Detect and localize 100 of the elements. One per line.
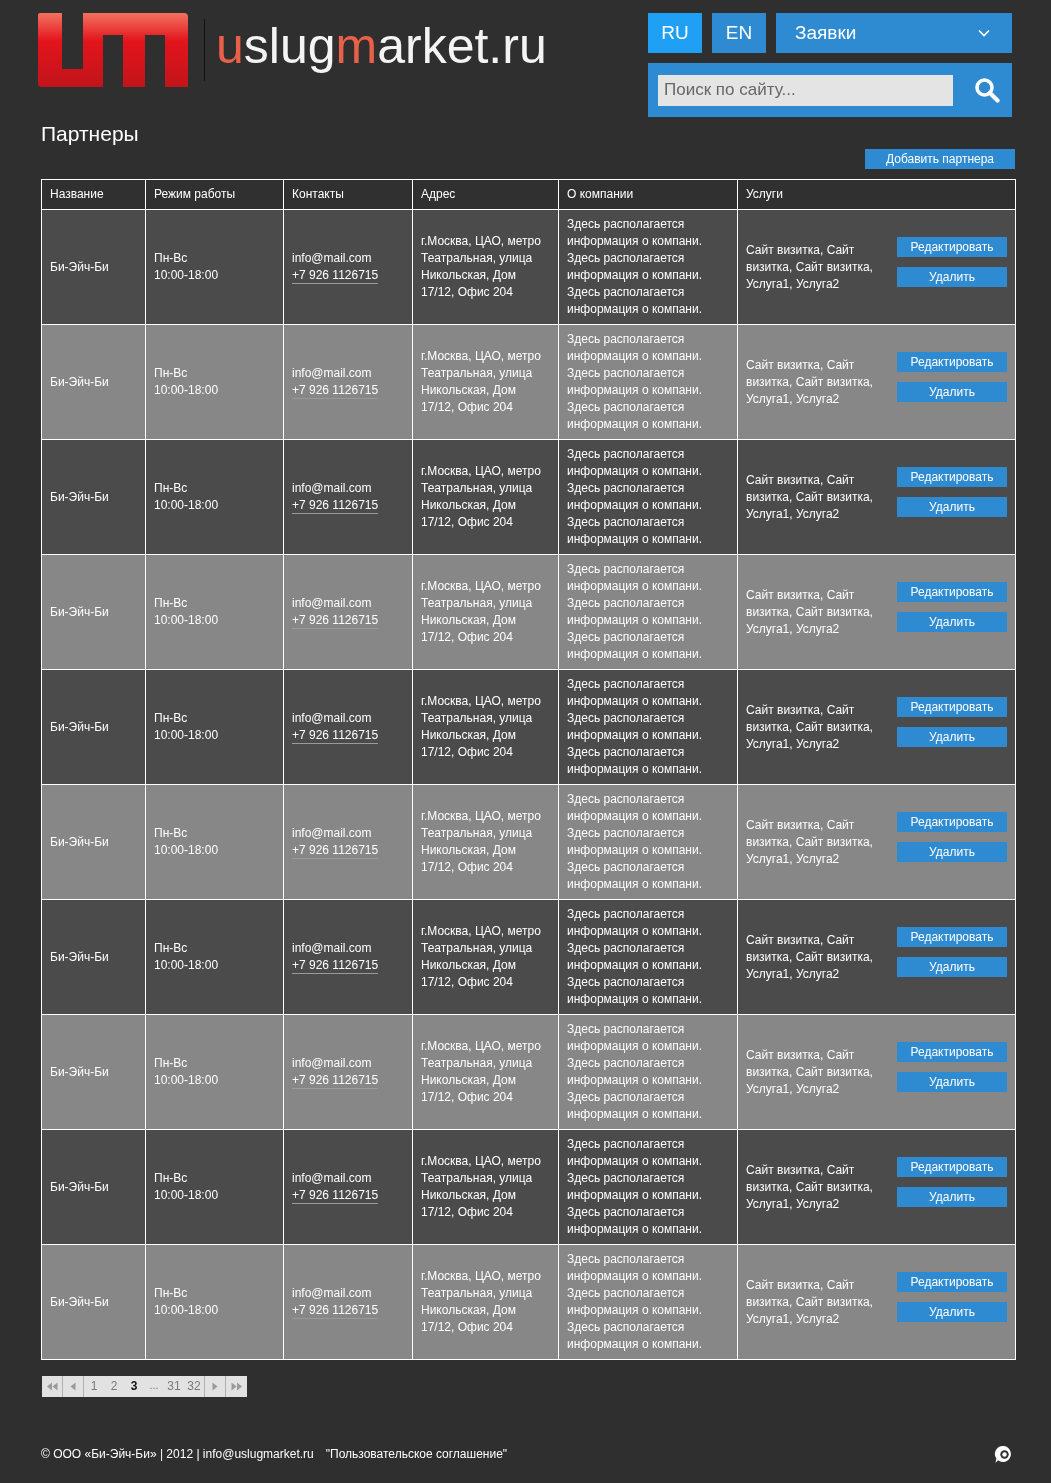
edit-button[interactable]: Редактировать [897, 1157, 1007, 1177]
work-days: Пн-Вс [154, 366, 188, 380]
search-button[interactable] [974, 77, 1000, 103]
double-right-arrow-icon [230, 1382, 243, 1391]
edit-button[interactable]: Редактировать [897, 237, 1007, 257]
email-text: info@mail.com [292, 711, 372, 725]
address-text: г.Москва, ЦАО, метро Театральная, улица Никольская, Дом 17/12, Офис 204 [412, 439, 559, 555]
email-text: info@mail.com [292, 366, 372, 380]
address-text: г.Москва, ЦАО, метро Театральная, улица Никольская, Дом 17/12, Офис 204 [412, 324, 559, 440]
column-header: Название [41, 179, 146, 210]
email-text: info@mail.com [292, 1056, 372, 1070]
phone-link[interactable]: +7 926 1126715 [292, 498, 379, 514]
phone-link[interactable]: +7 926 1126715 [292, 1188, 379, 1204]
logo-text: uslugmarket.ru [216, 21, 547, 71]
edit-button[interactable]: Редактировать [897, 1272, 1007, 1292]
address-text: г.Москва, ЦАО, метро Театральная, улица Никольская, Дом 17/12, Офис 204 [412, 554, 559, 670]
email-text: info@mail.com [292, 251, 372, 265]
company-name: Би-Эйч-Би [41, 1129, 146, 1245]
page-link[interactable]: 31 [164, 1376, 184, 1397]
add-partner-button[interactable]: Добавить партнера [865, 149, 1015, 169]
company-description: Здесь располагается информация о компани. Здесь располагается информация о компани. Здесь располагается информация о компани. [558, 439, 738, 555]
edit-button[interactable]: Редактировать [897, 352, 1007, 372]
services-text: Сайт визитка, Сайт визитка, Сайт визитка, Услуга1, Услуга2 [746, 1276, 874, 1328]
company-description: Здесь располагается информация о компани. Здесь располагается информация о компани. Здесь располагается информация о компани. [558, 1129, 738, 1245]
work-hours: 10:00-18:00 [154, 1303, 219, 1317]
phone-link[interactable]: +7 926 1126715 [292, 1073, 379, 1089]
delete-button[interactable]: Удалить [897, 957, 1007, 977]
phone-link[interactable]: +7 926 1126715 [292, 613, 379, 629]
work-hours: 10:00-18:00 [154, 613, 219, 627]
company-name: Би-Эйч-Би [41, 1244, 146, 1360]
edit-button[interactable]: Редактировать [897, 697, 1007, 717]
company-name: Би-Эйч-Би [41, 1014, 146, 1130]
company-name: Би-Эйч-Би [41, 784, 146, 900]
work-hours: 10:00-18:00 [154, 728, 219, 742]
address-text: г.Москва, ЦАО, метро Театральная, улица Никольская, Дом 17/12, Офис 204 [412, 899, 559, 1015]
search-field[interactable]: Поиск по сайту... [658, 74, 953, 106]
delete-button[interactable]: Удалить [897, 1302, 1007, 1322]
work-hours: 10:00-18:00 [154, 958, 219, 972]
company-name: Би-Эйч-Би [41, 209, 146, 325]
phone-link[interactable]: +7 926 1126715 [292, 268, 379, 284]
delete-button[interactable]: Удалить [897, 1187, 1007, 1207]
phone-link[interactable]: +7 926 1126715 [292, 1303, 379, 1319]
company-name: Би-Эйч-Би [41, 899, 146, 1015]
language-tab[interactable]: RU [648, 13, 702, 53]
language-tab[interactable]: EN [712, 13, 766, 53]
logo-icon [38, 13, 188, 87]
services-text: Сайт визитка, Сайт визитка, Сайт визитка, Услуга1, Услуга2 [746, 701, 874, 753]
delete-button[interactable]: Удалить [897, 382, 1007, 402]
delete-button[interactable]: Удалить [897, 267, 1007, 287]
page-ellipsis: ... [148, 1378, 160, 1393]
work-days: Пн-Вс [154, 251, 188, 265]
company-description: Здесь располагается информация о компани. Здесь располагается информация о компани. Здесь располагается информация о компани. [558, 899, 738, 1015]
work-days: Пн-Вс [154, 826, 188, 840]
user-agreement-link[interactable]: "Пользовательское соглашение" [325, 1445, 508, 1463]
delete-button[interactable]: Удалить [897, 612, 1007, 632]
edit-button[interactable]: Редактировать [897, 927, 1007, 947]
company-description: Здесь располагается информация о компани. Здесь располагается информация о компани. Здесь располагается информация о компани. [558, 324, 738, 440]
delete-button[interactable]: Удалить [897, 727, 1007, 747]
column-header: Контакты [283, 179, 413, 210]
address-text: г.Москва, ЦАО, метро Театральная, улица Никольская, Дом 17/12, Офис 204 [412, 209, 559, 325]
search-icon [974, 77, 1000, 103]
services-text: Сайт визитка, Сайт визитка, Сайт визитка, Услуга1, Услуга2 [746, 1046, 874, 1098]
phone-link[interactable]: +7 926 1126715 [292, 958, 379, 974]
page-link[interactable]: 2 [104, 1376, 124, 1397]
work-hours: 10:00-18:00 [154, 1188, 219, 1202]
phone-link[interactable]: +7 926 1126715 [292, 728, 379, 744]
work-days: Пн-Вс [154, 1286, 188, 1300]
delete-button[interactable]: Удалить [897, 1072, 1007, 1092]
company-name: Би-Эйч-Би [41, 439, 146, 555]
work-days: Пн-Вс [154, 481, 188, 495]
company-description: Здесь располагается информация о компани. Здесь располагается информация о компани. Здесь располагается информация о компани. [558, 784, 738, 900]
delete-button[interactable]: Удалить [897, 497, 1007, 517]
address-text: г.Москва, ЦАО, метро Театральная, улица Никольская, Дом 17/12, Офис 204 [412, 1129, 559, 1245]
page-link[interactable]: 32 [184, 1376, 204, 1397]
company-name: Би-Эйч-Би [41, 554, 146, 670]
company-description: Здесь располагается информация о компани. Здесь располагается информация о компани. Здесь располагается информация о компани. [558, 669, 738, 785]
services-text: Сайт визитка, Сайт визитка, Сайт визитка, Услуга1, Услуга2 [746, 471, 874, 523]
edit-button[interactable]: Редактировать [897, 812, 1007, 832]
dropdown-menu-button[interactable]: Заявки [776, 13, 1012, 53]
address-text: г.Москва, ЦАО, метро Театральная, улица Никольская, Дом 17/12, Офис 204 [412, 1014, 559, 1130]
company-name: Би-Эйч-Би [41, 324, 146, 440]
page-link[interactable]: 3 [124, 1376, 144, 1397]
double-left-arrow-icon [46, 1382, 58, 1391]
phone-link[interactable]: +7 926 1126715 [292, 383, 379, 399]
column-header: Адрес [412, 179, 559, 210]
company-description: Здесь располагается информация о компани. Здесь располагается информация о компани. Здесь располагается информация о компани. [558, 209, 738, 325]
phone-link[interactable]: +7 926 1126715 [292, 843, 379, 859]
page-link[interactable]: 1 [84, 1376, 104, 1397]
page-title: Партнеры [41, 121, 140, 146]
services-text: Сайт визитка, Сайт визитка, Сайт визитка, Услуга1, Услуга2 [746, 241, 874, 293]
chat-bubble-icon [994, 1444, 1013, 1464]
column-header: Режим работы [145, 179, 284, 210]
address-text: г.Москва, ЦАО, метро Театральная, улица Никольская, Дом 17/12, Офис 204 [412, 669, 559, 785]
edit-button[interactable]: Редактировать [897, 582, 1007, 602]
delete-button[interactable]: Удалить [897, 842, 1007, 862]
services-text: Сайт визитка, Сайт визитка, Сайт визитка, Услуга1, Услуга2 [746, 356, 874, 408]
work-hours: 10:00-18:00 [154, 498, 219, 512]
company-description: Здесь располагается информация о компани. Здесь располагается информация о компани. Здесь располагается информация о компани. [558, 1244, 738, 1360]
edit-button[interactable]: Редактировать [897, 467, 1007, 487]
edit-button[interactable]: Редактировать [897, 1042, 1007, 1062]
